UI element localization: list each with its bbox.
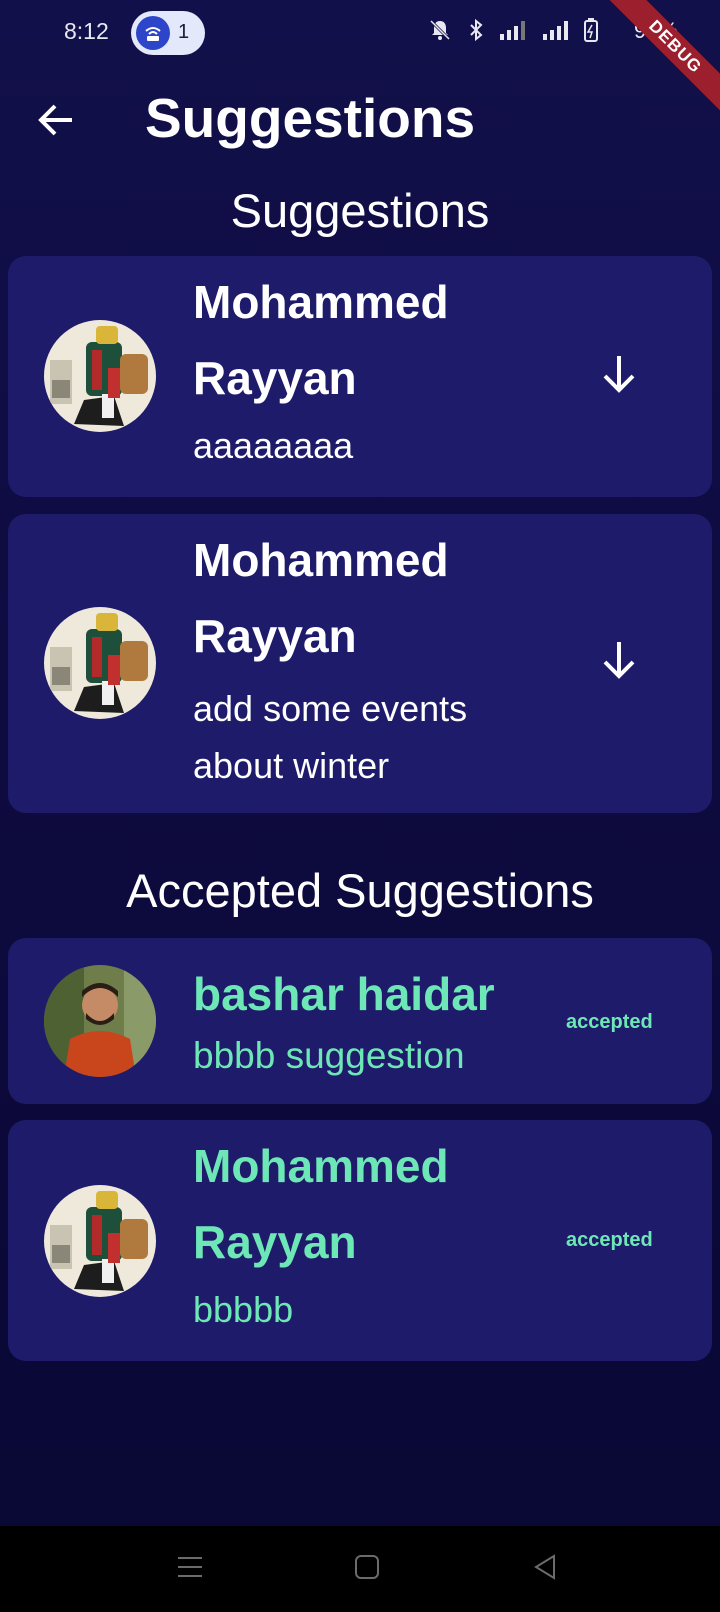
suggestions-heading: Suggestions [230,184,490,237]
signal-icon [542,21,568,40]
accepted-card[interactable]: Mohammed Rayyan bbbbb accepted [8,1120,712,1361]
status-badge: accepted [566,1011,653,1033]
arrow-left-icon [38,104,72,136]
system-nav-bar [0,1526,720,1612]
suggestion-card[interactable]: Mohammed Rayyan add some events about wi… [8,514,712,813]
mute-icon [430,19,451,41]
accepted-author: Mohammed Rayyan [193,1140,449,1268]
home-icon [355,1555,379,1579]
back-button[interactable] [34,98,78,142]
app-bar: Suggestions [0,80,720,162]
accepted-card[interactable]: bashar haidar bbbb suggestion accepted [8,938,712,1104]
avatar [44,965,156,1077]
status-icons [418,18,598,48]
signal-icon [500,21,526,40]
suggestion-message: add some events about winter [193,688,468,786]
nav-back-button[interactable] [532,1554,558,1585]
menu-button[interactable] [177,1554,203,1585]
avatar [44,1185,156,1297]
menu-icon [178,1557,202,1577]
accepted-message: bbbb suggestion [193,1035,465,1076]
accepted-heading: Accepted Suggestions [126,864,594,917]
arrow-down-icon [603,356,635,393]
notification-count: 1 [178,21,190,43]
home-button[interactable] [354,1554,380,1585]
expand-button[interactable] [595,636,643,684]
suggestion-author: Mohammed Rayyan [193,276,449,404]
hotspot-notification-pill[interactable]: 1 [131,11,205,55]
back-icon [534,1554,555,1580]
accepted-message: bbbbb [193,1289,294,1330]
status-badge: accepted [566,1229,653,1251]
bluetooth-icon [469,18,483,42]
expand-button[interactable] [595,350,643,398]
avatar [44,320,156,432]
suggestion-author: Mohammed Rayyan [193,534,449,662]
avatar [44,607,156,719]
accepted-author: bashar haidar [193,968,495,1020]
suggestion-message: aaaaaaaa [193,425,354,466]
hotspot-icon [136,16,170,50]
page-title: Suggestions [145,87,476,149]
suggestion-card[interactable]: Mohammed Rayyan aaaaaaaa [8,256,712,497]
arrow-down-icon [603,642,635,679]
status-time: 8:12 [64,18,109,44]
